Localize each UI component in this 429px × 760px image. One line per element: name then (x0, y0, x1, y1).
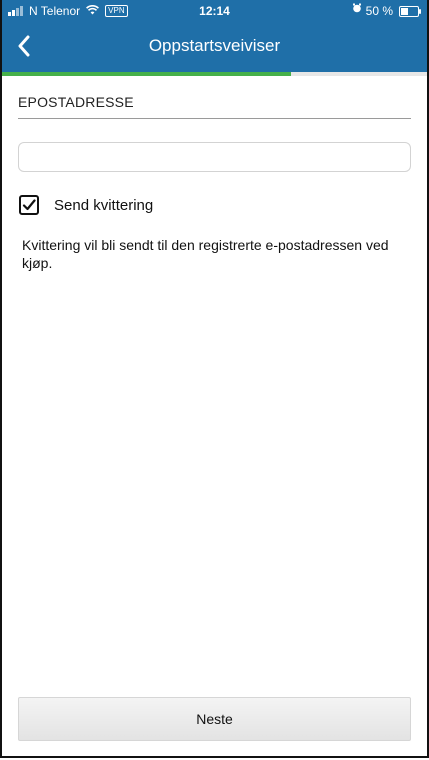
receipt-info-text: Kvittering vil bli sendt til den registr… (22, 237, 389, 271)
email-field[interactable] (18, 142, 411, 172)
battery-percent: 50 % (365, 4, 393, 18)
page-title: Oppstartsveiviser (148, 36, 281, 55)
checkmark-icon (22, 199, 36, 211)
send-receipt-checkbox[interactable] (19, 195, 39, 215)
header: N Telenor VPN 12:14 50 % Oppstartsveivis… (2, 0, 427, 72)
send-receipt-label[interactable]: Send kvittering (54, 197, 153, 214)
email-section-label: EPOSTADRESSE (18, 94, 134, 110)
status-bar: N Telenor VPN 12:14 50 % (2, 0, 427, 22)
navbar: Oppstartsveiviser (2, 22, 427, 72)
section-divider (18, 118, 411, 119)
battery-icon (399, 5, 421, 17)
wizard-progress-bar (2, 72, 427, 76)
app-screen: N Telenor VPN 12:14 50 % Oppstartsveivis… (0, 0, 429, 758)
battery-fill (401, 7, 408, 15)
status-right: 50 % (352, 0, 421, 22)
next-button[interactable]: Neste (18, 697, 411, 741)
wizard-progress-fill (2, 72, 291, 76)
alarm-icon (352, 0, 362, 22)
